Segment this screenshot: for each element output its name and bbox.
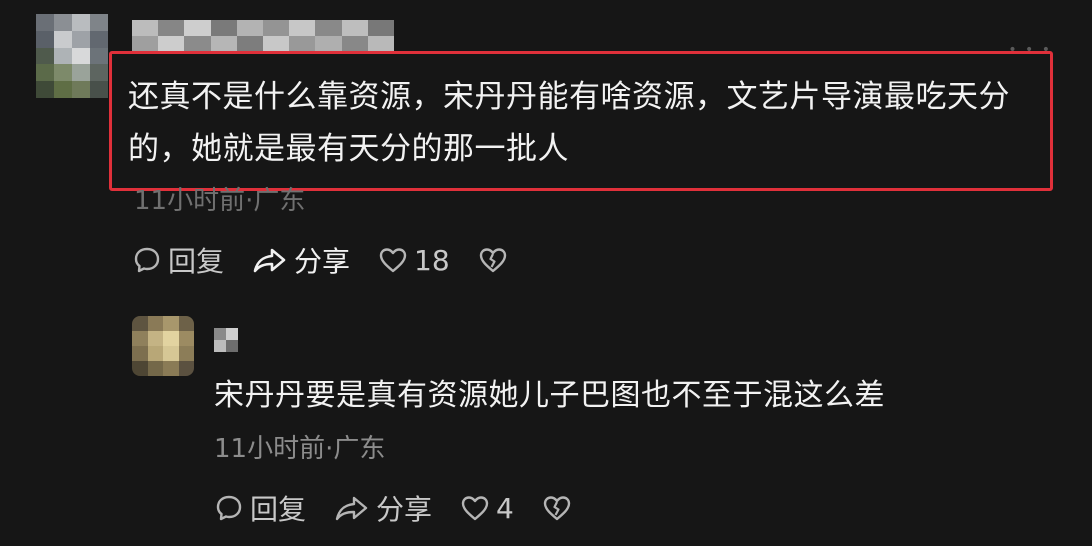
more-dots-icon[interactable]: • • • [1008,42,1052,58]
reply-button[interactable]: 回复 [132,240,224,280]
reply-actions: 回复 分享 4 [214,488,606,528]
like-button[interactable]: 18 [378,244,450,277]
avatar[interactable] [36,14,108,98]
avatar[interactable] [132,316,194,376]
reply-button[interactable]: 回复 [214,488,306,528]
share-button[interactable]: 分享 [334,488,432,528]
reply-label: 回复 [250,493,307,526]
share-button[interactable]: 分享 [252,240,350,280]
comment-thread: • • • 还真不是什么靠资源，宋丹丹能有啥资源，文艺片导演最吃天分的，她就是最… [0,0,1092,546]
reply-label: 回复 [168,245,225,278]
comment-bubble-icon [134,247,160,273]
heart-icon [461,496,489,521]
share-arrow-icon [253,248,286,273]
comment-text: 还真不是什么靠资源，宋丹丹能有啥资源，文艺片导演最吃天分的，她就是最有天分的那一… [128,79,1010,167]
share-label: 分享 [376,493,433,526]
comment-meta: 11小时前·广东 [134,186,306,216]
comment-bubble-icon [216,495,242,521]
broken-heart-icon [479,248,506,273]
share-label: 分享 [294,245,351,278]
dislike-button[interactable] [542,494,578,522]
like-button[interactable]: 4 [460,492,514,525]
heart-icon [379,248,407,273]
dislike-button[interactable] [478,246,514,274]
comment-actions: 回复 分享 18 [132,240,542,280]
username-blurred[interactable] [132,20,394,52]
like-count: 4 [496,491,514,525]
broken-heart-icon [543,496,571,521]
share-arrow-icon [335,496,368,521]
reply-meta: 11小时前·广东 [214,434,386,464]
reply-text: 宋丹丹要是真有资源她儿子巴图也不至于混这么差 [214,378,885,413]
like-count: 18 [414,243,450,277]
username-blurred[interactable] [214,328,238,352]
